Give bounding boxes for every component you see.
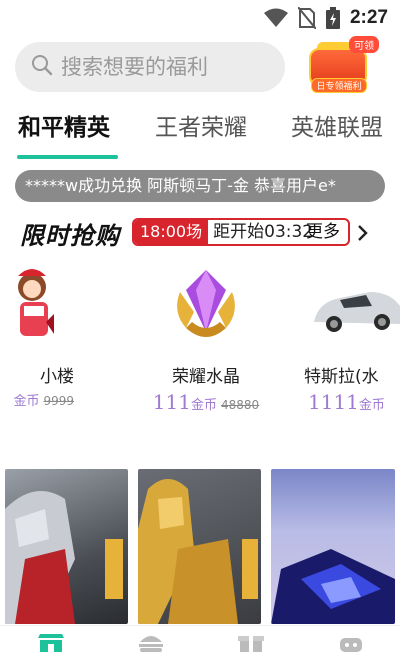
welfare-tag: 可领 xyxy=(349,36,379,53)
battery-icon xyxy=(325,7,340,29)
burger-icon[interactable] xyxy=(136,632,166,652)
session-time: 18:00场 xyxy=(134,220,209,244)
search-box[interactable] xyxy=(15,42,285,92)
tab-active-indicator xyxy=(17,155,118,159)
tab-yingxiong[interactable]: 英雄联盟 xyxy=(291,108,383,142)
product-image-crystal xyxy=(166,262,246,352)
status-time: 2:27 xyxy=(349,7,388,28)
wifi-icon xyxy=(263,8,288,28)
search-icon xyxy=(31,54,53,80)
shop-icon[interactable] xyxy=(36,632,66,652)
banner-row xyxy=(0,469,400,629)
product-price: 111 xyxy=(152,390,191,414)
product-unit: 金币 xyxy=(190,398,217,413)
game-icon[interactable] xyxy=(336,632,366,652)
product-unit: 金币 xyxy=(13,394,40,409)
status-bar: 2:27 xyxy=(0,0,400,36)
welfare-badge[interactable]: 可领 日专领福利 xyxy=(305,36,379,96)
banner-card[interactable] xyxy=(138,469,261,624)
flash-sale-header: 限时抢购 18:00场 距开始03:32 更多 xyxy=(0,212,400,252)
flash-sale-products: 小楼 金币 9999 荣耀水晶 111金币 48880 特斯拉(水 1111金币 xyxy=(0,262,400,422)
chevron-right-icon[interactable] xyxy=(356,224,368,246)
product-name: 荣耀水晶 xyxy=(172,367,240,387)
banner-art-ultraman-gold xyxy=(138,479,258,624)
more-link[interactable]: 更多 xyxy=(306,220,340,244)
game-tabs: 和平精英 王者荣耀 英雄联盟 xyxy=(0,108,400,160)
banner-art-ultraman-silver xyxy=(5,491,123,624)
welfare-label: 日专领福利 xyxy=(311,78,367,93)
product-original-price: 9999 xyxy=(43,394,74,408)
bottom-nav xyxy=(0,625,400,652)
product-unit: 金币 xyxy=(358,398,385,413)
no-sim-icon xyxy=(297,7,316,29)
product-image-car xyxy=(310,262,400,352)
search-input[interactable] xyxy=(61,55,261,79)
product-price-line: 1111金币 xyxy=(296,390,400,414)
product-name: 特斯拉(水 xyxy=(304,367,379,387)
session-countdown: 距开始03:32 xyxy=(213,222,314,242)
product-image-doll xyxy=(0,262,56,352)
banner-art-blue-mech xyxy=(271,549,395,624)
product-price-line: 金币 9999 xyxy=(0,390,74,409)
product-price: 1111 xyxy=(308,390,359,414)
product-original-price: 48880 xyxy=(221,398,260,412)
banner-card[interactable] xyxy=(5,469,128,624)
product-card[interactable]: 特斯拉(水 1111金币 xyxy=(296,262,400,422)
tab-wangzhe[interactable]: 王者荣耀 xyxy=(155,108,247,142)
product-name: 小楼 xyxy=(40,367,74,387)
search-row: 可领 日专领福利 xyxy=(15,36,390,94)
gift-icon[interactable] xyxy=(236,632,266,652)
product-card[interactable]: 小楼 金币 9999 xyxy=(0,262,74,422)
flash-sale-title: 限时抢购 xyxy=(20,222,120,250)
product-card[interactable]: 荣耀水晶 111金币 48880 xyxy=(146,262,266,422)
banner-card[interactable] xyxy=(271,469,395,624)
exchange-ticker: *****w成功兑换 阿斯顿马丁-金 恭喜用户e* xyxy=(15,170,385,202)
product-price-line: 111金币 48880 xyxy=(146,390,266,414)
tab-heping[interactable]: 和平精英 xyxy=(18,108,110,142)
